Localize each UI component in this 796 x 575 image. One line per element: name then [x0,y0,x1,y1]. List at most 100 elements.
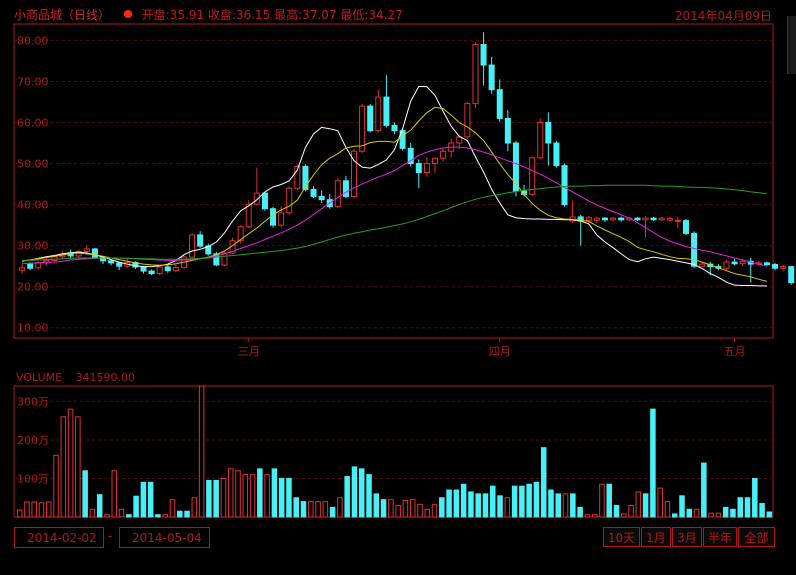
candle-up [43,259,50,263]
volume-bar-up [227,468,234,518]
candle-up [51,256,58,261]
candle-down [383,96,390,126]
candle-up [334,180,341,208]
start-date-field[interactable]: 2014-02-02 [14,527,104,548]
volume-bar-down [519,485,525,518]
volume-bar-up [621,513,627,518]
volume-bar-up [693,508,700,518]
volume-bar-down [671,513,678,518]
candle-down [342,180,349,197]
candle-down [496,89,503,119]
volume-bar-down [358,468,365,518]
candle-up [674,219,681,222]
price-y-tick-label: 70.00 [17,75,49,88]
candle-down [197,234,204,247]
candle-down [415,163,422,174]
volume-bar-down [300,501,307,518]
volume-bar-down [177,510,183,518]
volume-bar-up [169,499,176,518]
candle-up [440,150,447,159]
volume-bar-up [431,504,438,518]
volume-bar-up [402,499,409,518]
candle-down [788,266,795,284]
candle-down [140,266,147,272]
volume-bar-down [533,481,540,518]
range-3m-button[interactable]: 3月 [672,527,702,547]
volume-bar-down [613,504,620,518]
volume-bar-down [329,506,336,518]
volume-bar-up [715,512,722,518]
volume-bar-down [577,506,583,518]
candle-up [464,103,471,138]
candle-down [261,192,268,210]
volume-bar-down [642,493,649,518]
volume-bar-down [686,508,693,518]
candle-down [148,270,155,275]
end-date-field[interactable]: 2014-05-04 [119,527,210,548]
volume-bar-down [351,466,358,518]
x-tick-label: 四月 [489,345,511,358]
candle-down [367,105,374,132]
volume-bar-up [67,408,74,518]
volume-bar-up [308,501,314,518]
candle-down [504,117,511,144]
candle-up [593,217,600,221]
range-10d-button[interactable]: 10天 [603,527,640,547]
volume-value: 341590.00 [75,371,136,384]
candle-up [19,267,26,271]
candle-down [682,220,689,234]
volume-bar-up [424,508,431,518]
volume-bar-up [599,483,605,518]
volume-bar-up [104,514,110,518]
volume-bar-down [759,503,765,518]
candle-down [488,64,495,91]
volume-bar-down [257,468,263,518]
chart-canvas[interactable]: 80.00 70.00 60.00 50.00 40.00 30.00 20.00 10.00… [0,0,796,575]
candle-up [189,234,196,258]
volume-bar-up [322,501,329,518]
range-half-year-button[interactable]: 半年 [703,527,737,547]
candle-down [310,188,317,197]
volume-bar-down [475,493,481,518]
volume-bar-up [191,497,198,518]
volume-bar-down [460,483,467,518]
volume-bar-down [184,510,190,518]
volume-bar-down [140,481,147,518]
volume-bar-down [526,483,532,518]
volume-bar-down [555,493,562,518]
volume-bar-up [409,499,416,518]
volume-bar-up [198,385,205,518]
candle-down [772,264,779,269]
volume-bar-up [628,504,634,518]
volume-bar-down [744,497,751,518]
x-tick-label: 三月 [238,345,260,358]
range-all-button[interactable]: 全部 [738,527,775,547]
price-y-tick-label: 10.00 [17,322,49,335]
volume-bar-up [591,514,598,518]
candle-up [642,217,649,221]
candle-up [699,263,706,267]
volume-bar-down [126,514,132,518]
volume-bar-down [366,474,372,518]
candle-down [27,263,34,269]
candle-down [302,165,309,190]
volume-bar-down [482,493,489,518]
candle-up [666,218,673,221]
candle-up [780,266,787,269]
range-1m-button[interactable]: 1月 [641,527,671,547]
candle-down [691,232,698,267]
price-y-tick-label: 30.00 [17,240,49,253]
volume-bar-up [45,501,52,518]
candle-up [431,157,438,165]
volume-bar-down [380,499,387,518]
volume-bar-down [606,483,612,518]
candle-down [602,217,609,221]
volume-bar-down [133,495,139,518]
volume-bar-up [31,501,37,518]
volume-bar-down [540,447,547,518]
volume-bar-up [388,499,394,518]
volume-bar-down [679,495,685,518]
candle-down [561,165,568,206]
candle-down [391,124,398,132]
volume-bar-down [766,511,773,518]
